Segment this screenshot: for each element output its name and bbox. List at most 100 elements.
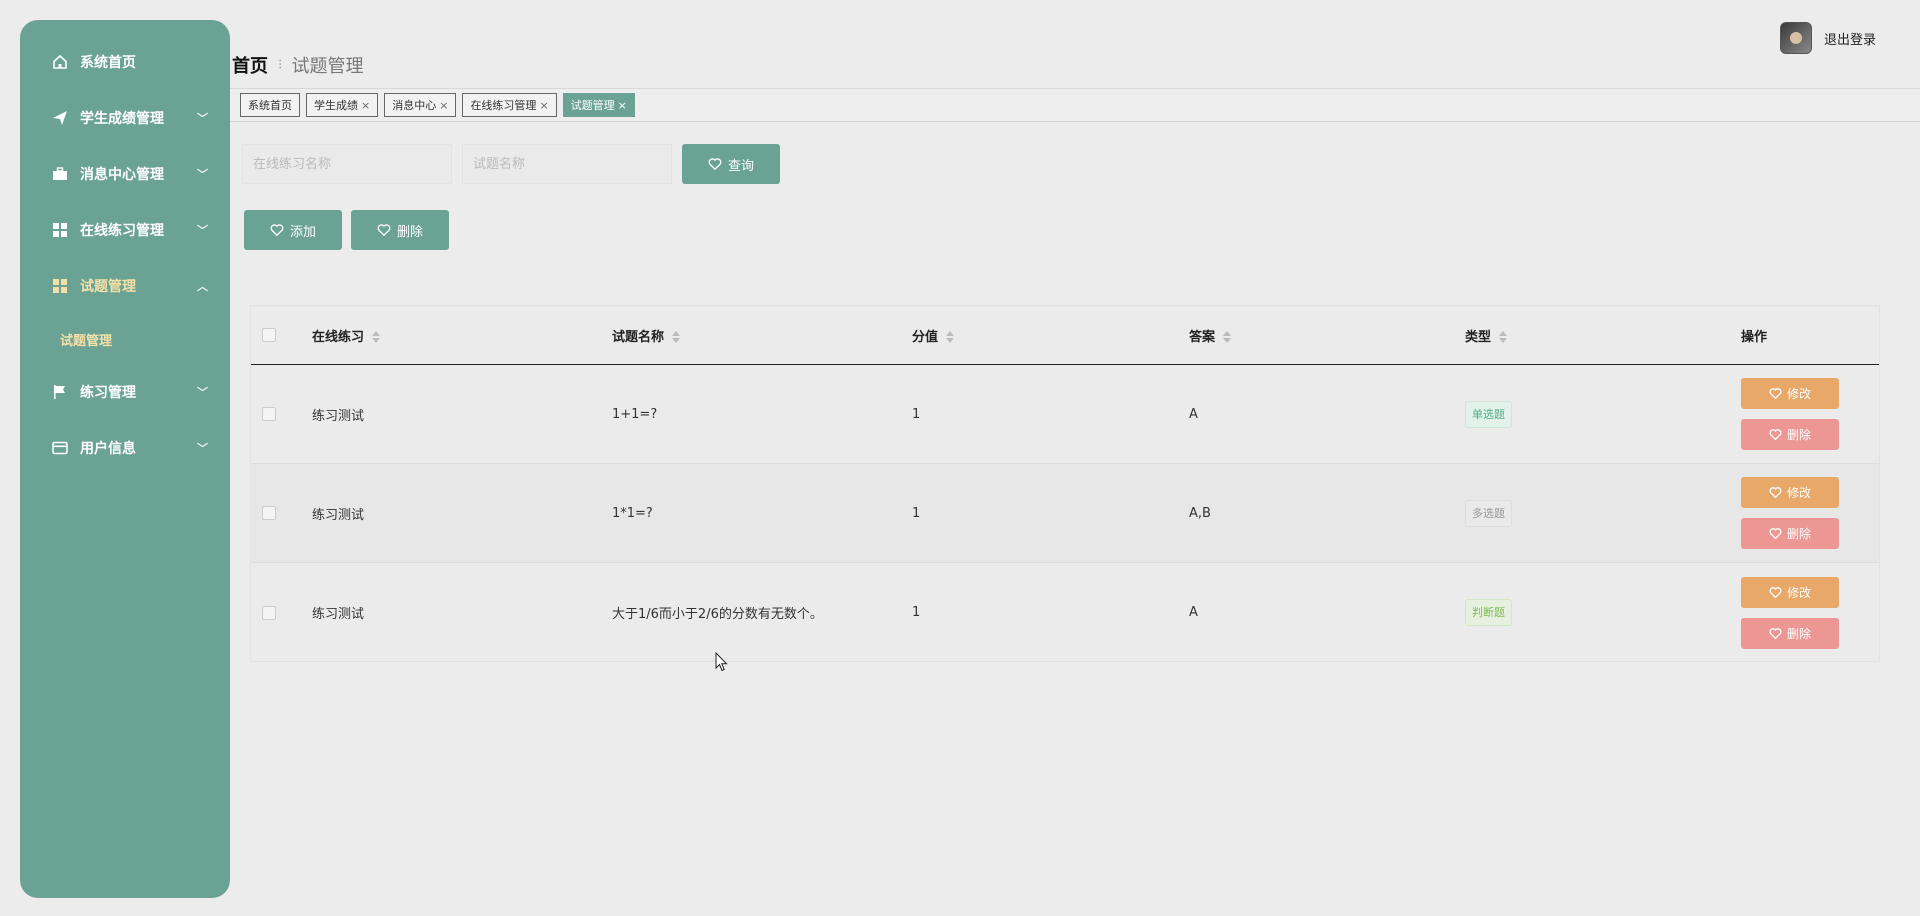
edit-label: 修改 [1786,486,1811,500]
column-header-score[interactable]: 分值 [912,326,1189,345]
send-icon [50,108,70,128]
briefcase-icon [50,164,70,184]
close-icon[interactable]: × [539,99,548,112]
table-header: 在线练习 试题名称 分值 答案 类型 操作 [251,306,1879,365]
breadcrumb: 首页 ⁝ 试题管理 [232,52,363,78]
sidebar-item-label: 用户信息 [80,441,136,457]
column-header-question[interactable]: 试题名称 [612,326,912,345]
heart-icon [1769,429,1782,441]
tab-bar: 系统首页 学生成绩 × 消息中心 × 在线练习管理 × 试题管理 × [230,88,1920,122]
edit-button[interactable]: 修改 [1741,378,1839,409]
sidebar-item-user-info[interactable]: 用户信息 ﹀ [20,420,230,476]
row-checkbox[interactable] [262,605,276,620]
chevron-down-icon: ﹀ [197,168,208,181]
search-bar: 查询 [242,144,780,184]
close-icon[interactable]: × [361,99,370,112]
submenu-item-questions[interactable]: 试题管理 [20,314,230,364]
delete-label: 删除 [1786,428,1811,442]
delete-button[interactable]: 删除 [1741,419,1839,450]
sidebar-item-label: 试题管理 [80,279,136,295]
sidebar-item-student-scores[interactable]: 学生成绩管理 ﹀ [20,90,230,146]
delete-button-label: 删除 [396,224,423,240]
tab-student-scores[interactable]: 学生成绩 × [306,93,379,117]
tab-online-practice[interactable]: 在线练习管理 × [462,93,557,117]
delete-button[interactable]: 删除 [1741,617,1839,649]
edit-button[interactable]: 修改 [1741,576,1839,608]
column-header-practice[interactable]: 在线练习 [312,326,612,345]
grid-icon [50,220,70,240]
sort-icon[interactable] [672,331,681,343]
sort-icon[interactable] [1499,331,1508,343]
chevron-down-icon: ﹀ [197,442,208,455]
avatar-face-icon [1789,32,1802,44]
question-name-input[interactable] [462,144,672,184]
sort-icon[interactable] [372,331,381,343]
tab-questions[interactable]: 试题管理 × [562,93,635,117]
sidebar-item-label: 练习管理 [80,385,136,401]
sidebar-item-label: 消息中心管理 [80,167,164,183]
sort-icon[interactable] [946,331,955,343]
delete-label: 删除 [1786,626,1811,641]
edit-label: 修改 [1786,387,1811,401]
query-button[interactable]: 查询 [682,144,780,184]
breadcrumb-home[interactable]: 首页 [232,52,268,78]
row-checkbox[interactable] [262,407,276,421]
column-header-actions: 操作 [1741,329,1768,345]
row-checkbox[interactable] [262,506,276,520]
cell-answer: A [1189,605,1198,620]
heart-icon [708,158,722,171]
tab-label: 消息中心 [392,99,437,112]
sidebar-item-practice[interactable]: 练习管理 ﹀ [20,364,230,420]
chevron-down-icon: ﹀ [197,386,208,399]
column-header-answer[interactable]: 答案 [1189,326,1465,345]
delete-button[interactable]: 删除 [1741,518,1839,549]
chevron-down-icon: ﹀ [197,224,208,237]
sidebar-item-home[interactable]: 系统首页 [20,34,230,90]
sidebar-item-label: 系统首页 [80,55,136,71]
breadcrumb-separator: ⁝ [278,57,283,73]
tab-label: 系统首页 [248,99,292,112]
add-button-label: 添加 [289,224,316,240]
cell-answer: A,B [1189,505,1211,521]
table-row: 练习测试 大于1/6而小于2/6的分数有无数个。 1 A 判断题 修改 删除 [251,563,1879,662]
type-badge: 多选题 [1465,499,1512,527]
avatar[interactable] [1779,22,1812,54]
cell-practice: 练习测试 [312,408,365,424]
tab-home[interactable]: 系统首页 [240,93,300,117]
edit-label: 修改 [1786,585,1811,600]
add-button[interactable]: 添加 [244,210,342,250]
cell-question: 大于1/6而小于2/6的分数有无数个。 [612,607,823,622]
sidebar: 系统首页 学生成绩管理 ﹀ 消息中心管理 ﹀ 在线练习管理 ﹀ 试题管理 ︿ 试… [20,20,230,898]
sidebar-item-online-practice[interactable]: 在线练习管理 ﹀ [20,202,230,258]
edit-button[interactable]: 修改 [1741,477,1839,508]
table-row: 练习测试 1*1=? 1 A,B 多选题 修改 删除 [251,464,1879,563]
heart-icon [1769,528,1782,540]
breadcrumb-current: 试题管理 [291,56,364,77]
sort-icon[interactable] [1223,331,1232,343]
flag-icon [50,382,70,402]
grid-icon [50,276,70,296]
close-icon[interactable]: × [618,99,627,112]
sidebar-item-label: 学生成绩管理 [80,111,164,127]
select-all-checkbox[interactable] [262,328,276,342]
tab-label: 试题管理 [570,99,615,112]
mouse-cursor-icon [715,652,728,672]
practice-name-input[interactable] [242,144,452,184]
close-icon[interactable]: × [439,99,448,112]
action-bar: 添加 删除 [244,210,449,250]
cell-score: 1 [912,605,921,620]
cell-practice: 练习测试 [312,507,365,523]
batch-delete-button[interactable]: 删除 [351,210,449,250]
tab-label: 学生成绩 [314,99,358,112]
table-row: 练习测试 1+1=? 1 A 单选题 修改 删除 [251,365,1879,464]
sidebar-item-messages[interactable]: 消息中心管理 ﹀ [20,146,230,202]
cell-answer: A [1189,406,1198,422]
column-header-type[interactable]: 类型 [1465,326,1741,345]
tab-label: 在线练习管理 [470,99,537,112]
tab-messages[interactable]: 消息中心 × [384,93,457,117]
query-button-label: 查询 [727,158,754,174]
type-badge: 单选题 [1465,400,1512,428]
heart-icon [1769,487,1782,499]
sidebar-item-questions[interactable]: 试题管理 ︿ [20,258,230,314]
logout-link[interactable]: 退出登录 [1824,29,1876,48]
